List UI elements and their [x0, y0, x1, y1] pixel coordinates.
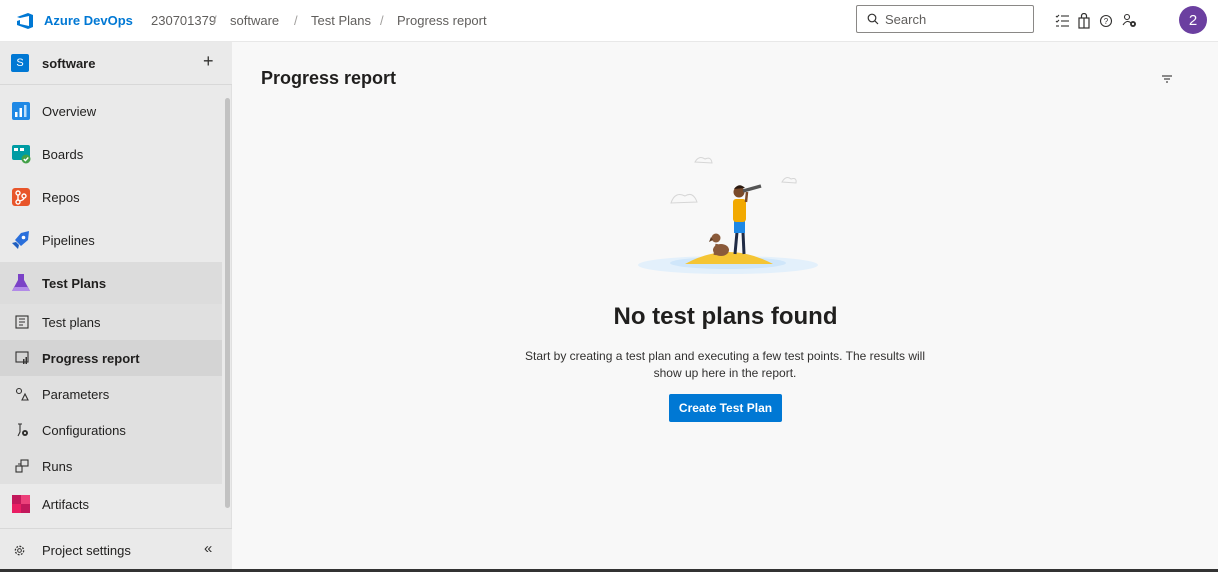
pipelines-icon: [12, 231, 29, 249]
azure-devops-logo-icon[interactable]: [15, 11, 35, 31]
user-avatar[interactable]: 2: [1179, 6, 1207, 34]
project-settings-row[interactable]: Project settings «: [0, 528, 232, 572]
sidebar-item-label: Boards: [42, 147, 84, 162]
sidebar-item-test-plans[interactable]: Test Plans: [0, 262, 222, 305]
collapse-sidebar-icon[interactable]: «: [204, 540, 212, 557]
configurations-icon: [17, 423, 28, 437]
project-name[interactable]: software: [42, 56, 95, 71]
empty-state-description-line: Start by creating a test plan and execut…: [525, 349, 925, 363]
sidebar-scrollbar-thumb[interactable]: [225, 98, 230, 508]
sidebar-subitem-progress-report[interactable]: Progress report: [0, 340, 222, 376]
sidebar-subitem-label: Progress report: [42, 351, 140, 366]
test-plans-list-icon: [15, 315, 29, 329]
breadcrumb-progress-report[interactable]: Progress report: [397, 13, 487, 28]
sidebar-subitem-label: Parameters: [42, 387, 110, 402]
sidebar-item-label: Test Plans: [42, 276, 107, 291]
progress-report-icon: [15, 351, 29, 364]
sidebar-subitem-label: Runs: [42, 459, 73, 474]
sidebar-item-label: Overview: [42, 104, 97, 119]
svg-text:?: ?: [1104, 17, 1109, 26]
main-content: Progress report No test plans found Star…: [233, 42, 1218, 572]
project-header[interactable]: S software +: [0, 42, 232, 85]
breadcrumb-separator: /: [380, 13, 384, 28]
breadcrumb-separator: /: [213, 13, 217, 28]
repos-icon: [12, 188, 30, 206]
parameters-icon: [15, 387, 29, 401]
gear-icon: [14, 545, 25, 556]
sidebar-subitem-test-plans[interactable]: Test plans: [0, 304, 222, 340]
search-icon: [867, 13, 879, 25]
search-box[interactable]: [856, 5, 1034, 33]
sidebar: S software + Overview Boards Repos Pipel…: [0, 42, 232, 572]
empty-state-description: Start by creating a test plan and execut…: [505, 348, 945, 382]
boards-icon: [12, 145, 31, 164]
sidebar-item-label: Artifacts: [42, 497, 89, 512]
search-input[interactable]: [885, 11, 1025, 27]
breadcrumb-project[interactable]: software: [230, 13, 279, 28]
add-icon[interactable]: +: [203, 51, 214, 72]
sidebar-subitem-parameters[interactable]: Parameters: [0, 376, 222, 412]
page-title: Progress report: [261, 68, 397, 88]
organization-name[interactable]: 230701379: [151, 13, 216, 28]
sidebar-item-pipelines[interactable]: Pipelines: [0, 219, 222, 262]
sidebar-subitem-runs[interactable]: Runs: [0, 448, 222, 484]
create-test-plan-button[interactable]: Create Test Plan: [669, 394, 782, 422]
help-icon[interactable]: ?: [1096, 11, 1116, 31]
empty-state-title: No test plans found: [613, 303, 838, 330]
artifacts-icon: [12, 495, 30, 513]
project-avatar: S: [11, 54, 29, 72]
sidebar-item-label: Pipelines: [42, 233, 95, 248]
test-plans-icon: [12, 274, 30, 291]
sidebar-scrollbar[interactable]: [223, 86, 231, 526]
top-bar: Azure DevOps 230701379 / software / Test…: [0, 0, 1218, 42]
sidebar-item-label: Repos: [42, 190, 80, 205]
sidebar-item-boards[interactable]: Boards: [0, 133, 222, 176]
sidebar-item-overview[interactable]: Overview: [0, 90, 222, 133]
sidebar-subitem-label: Test plans: [42, 315, 101, 330]
runs-icon: [15, 459, 29, 473]
user-settings-icon[interactable]: [1120, 11, 1140, 31]
project-settings-label[interactable]: Project settings: [42, 543, 131, 558]
shopping-bag-icon[interactable]: [1074, 11, 1094, 31]
empty-state-illustration: [638, 157, 818, 274]
breadcrumb-separator: /: [294, 13, 298, 28]
overview-icon: [12, 102, 30, 120]
task-list-icon[interactable]: [1052, 11, 1072, 31]
breadcrumb-test-plans[interactable]: Test Plans: [311, 13, 371, 28]
filter-icon[interactable]: [1160, 72, 1174, 86]
sidebar-item-repos[interactable]: Repos: [0, 176, 222, 219]
sidebar-subitem-configurations[interactable]: Configurations: [0, 412, 222, 448]
sidebar-item-artifacts[interactable]: Artifacts: [0, 483, 222, 526]
brand-name[interactable]: Azure DevOps: [44, 13, 133, 28]
sidebar-subitem-label: Configurations: [42, 423, 126, 438]
empty-state-description-line: show up here in the report.: [653, 366, 797, 380]
